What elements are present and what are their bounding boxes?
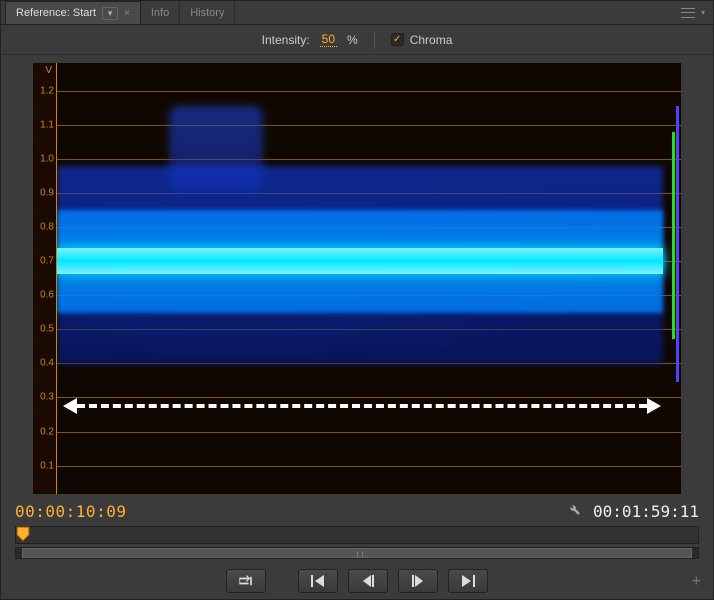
- scope-plot: [57, 63, 681, 494]
- y-tick: 0.7: [40, 256, 54, 267]
- tab-history[interactable]: History: [180, 1, 235, 24]
- add-icon[interactable]: +: [692, 573, 701, 591]
- tab-bar: Reference: Start ▼ × Info History ▾: [1, 1, 713, 25]
- scope-canvas[interactable]: V 1.2 1.1 1.0 0.9 0.8 0.7 0.6 0.5 0.4 0.…: [33, 63, 681, 494]
- close-icon[interactable]: ×: [124, 8, 130, 19]
- chevron-down-icon[interactable]: ▼: [102, 7, 118, 20]
- y-tick: 0.2: [40, 426, 54, 437]
- y-tick: 0.1: [40, 460, 54, 471]
- range-bar-green: [672, 132, 675, 339]
- playhead[interactable]: [16, 526, 30, 542]
- range-bar-blue: [676, 106, 679, 382]
- y-tick: 0.4: [40, 358, 54, 369]
- wrench-icon[interactable]: [567, 502, 581, 520]
- range-arrow: [63, 399, 661, 413]
- goto-out-button[interactable]: [448, 569, 488, 593]
- tab-label: Reference: Start: [16, 7, 96, 19]
- goto-in-button[interactable]: [298, 569, 338, 593]
- step-forward-button[interactable]: [398, 569, 438, 593]
- timecode-bar: 00:00:10:09 00:01:59:11: [1, 498, 713, 524]
- y-tick: 1.0: [40, 154, 54, 165]
- transport-controls: +: [1, 563, 713, 599]
- scope-area: V 1.2 1.1 1.0 0.9 0.8 0.7 0.6 0.5 0.4 0.…: [1, 55, 713, 498]
- timeline: [1, 524, 713, 563]
- zoom-scrollbar[interactable]: [15, 547, 699, 559]
- intensity-value[interactable]: 50: [320, 32, 337, 47]
- intensity-label: Intensity:: [262, 33, 310, 47]
- axis-title: V: [45, 65, 52, 76]
- waveform-peak: [169, 106, 263, 192]
- y-tick: 1.1: [40, 120, 54, 131]
- arrow-right-icon: [647, 398, 661, 414]
- y-tick: 0.9: [40, 188, 54, 199]
- duration-timecode: 00:01:59:11: [593, 502, 699, 521]
- timeline-ruler[interactable]: [15, 526, 699, 544]
- chroma-checkbox[interactable]: ✓ Chroma: [391, 33, 453, 47]
- tab-info[interactable]: Info: [141, 1, 180, 24]
- panel-menu[interactable]: ▾: [681, 1, 709, 24]
- chevron-down-icon: ▾: [701, 8, 705, 17]
- current-timecode[interactable]: 00:00:10:09: [15, 502, 126, 521]
- y-tick: 0.5: [40, 324, 54, 335]
- separator: [374, 31, 375, 49]
- tab-label: History: [190, 7, 224, 19]
- zoom-thumb[interactable]: [22, 548, 692, 558]
- chroma-label: Chroma: [410, 33, 453, 47]
- loop-button[interactable]: [226, 569, 266, 593]
- hamburger-icon: [681, 8, 695, 18]
- options-bar: Intensity: 50 % ✓ Chroma: [1, 25, 713, 55]
- checkbox-icon: ✓: [391, 33, 404, 46]
- checkmark-icon: ✓: [393, 35, 401, 45]
- y-tick: 0.3: [40, 392, 54, 403]
- tab-label: Info: [151, 7, 169, 19]
- y-tick: 0.8: [40, 222, 54, 233]
- intensity-unit: %: [347, 33, 358, 47]
- waveform-core: [57, 248, 663, 274]
- y-tick: 0.6: [40, 290, 54, 301]
- y-axis: V 1.2 1.1 1.0 0.9 0.8 0.7 0.6 0.5 0.4 0.…: [33, 63, 57, 494]
- y-tick: 1.2: [40, 86, 54, 97]
- tab-reference-start[interactable]: Reference: Start ▼ ×: [5, 1, 141, 24]
- step-back-button[interactable]: [348, 569, 388, 593]
- arrow-left-icon: [63, 398, 77, 414]
